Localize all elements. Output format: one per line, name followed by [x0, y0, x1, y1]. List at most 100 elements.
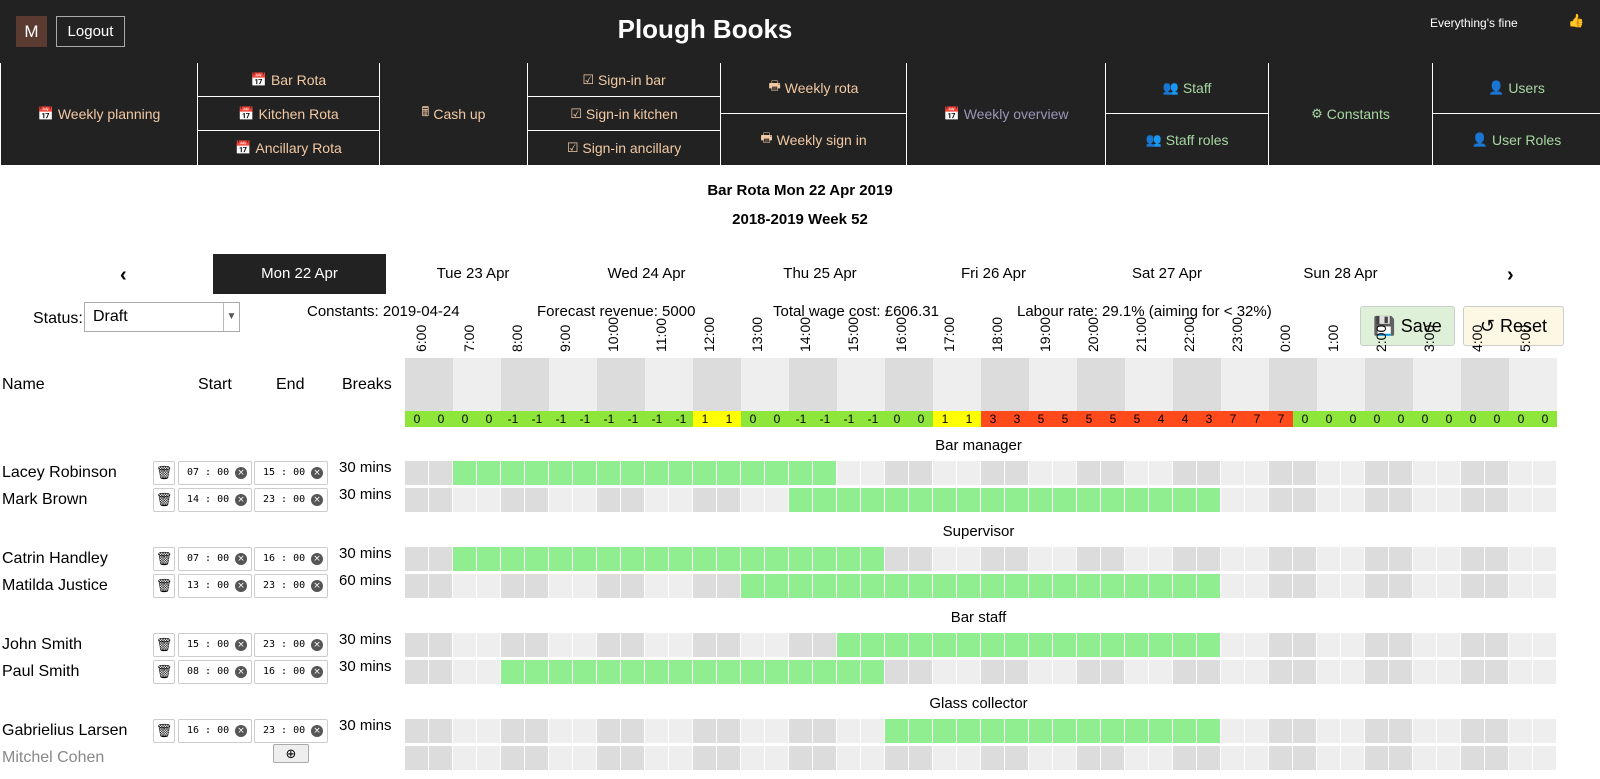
shift-cell[interactable]	[501, 488, 524, 512]
shift-cell[interactable]	[1461, 488, 1484, 512]
shift-cell[interactable]	[1509, 719, 1532, 743]
shift-cell[interactable]	[1341, 461, 1364, 485]
shift-cell[interactable]	[597, 547, 620, 571]
shift-cell[interactable]	[1197, 547, 1220, 571]
shift-cell[interactable]	[405, 633, 428, 657]
logout-button[interactable]: Logout	[56, 16, 125, 47]
shift-cell[interactable]	[909, 461, 932, 485]
shift-cell[interactable]	[525, 719, 548, 743]
shift-cell[interactable]	[885, 660, 908, 684]
shift-cell[interactable]	[717, 488, 740, 512]
delete-shift-button[interactable]: 🗑	[153, 574, 175, 598]
shift-cell[interactable]	[1197, 633, 1220, 657]
shift-cell[interactable]	[453, 660, 476, 684]
shift-cell[interactable]	[597, 660, 620, 684]
shift-cell[interactable]	[957, 633, 980, 657]
start-time-input[interactable]: 07 : 00 ×	[178, 547, 252, 571]
shift-cell[interactable]	[1029, 746, 1052, 770]
shift-cell[interactable]	[1101, 461, 1124, 485]
shift-cell[interactable]	[861, 746, 884, 770]
shift-cell[interactable]	[1269, 488, 1292, 512]
shift-cell[interactable]	[1293, 574, 1316, 598]
shift-cell[interactable]	[1173, 719, 1196, 743]
shift-cell[interactable]	[885, 461, 908, 485]
shift-cell[interactable]	[765, 660, 788, 684]
shift-cell[interactable]	[621, 574, 644, 598]
shift-cell[interactable]	[597, 746, 620, 770]
shift-cell[interactable]	[1341, 660, 1364, 684]
shift-cell[interactable]	[1485, 574, 1508, 598]
shift-cell[interactable]	[1125, 633, 1148, 657]
shift-cell[interactable]	[741, 488, 764, 512]
shift-cell[interactable]	[981, 746, 1004, 770]
shift-cell[interactable]	[861, 574, 884, 598]
delete-shift-button[interactable]: 🗑	[153, 633, 175, 657]
tab-day[interactable]: Tue 23 Apr	[387, 254, 560, 294]
shift-cell[interactable]	[885, 746, 908, 770]
shift-cell[interactable]	[453, 746, 476, 770]
shift-cell[interactable]	[861, 547, 884, 571]
shift-cell[interactable]	[693, 660, 716, 684]
shift-cell[interactable]	[429, 488, 452, 512]
shift-cell[interactable]	[429, 746, 452, 770]
clear-icon[interactable]: ×	[311, 494, 323, 506]
nav-item-sign-in-ancillary[interactable]: ☑ Sign-in ancillary	[527, 131, 720, 166]
shift-cell[interactable]	[741, 633, 764, 657]
shift-cell[interactable]	[1245, 574, 1268, 598]
shift-cell[interactable]	[525, 746, 548, 770]
shift-cell[interactable]	[1125, 746, 1148, 770]
shift-cell[interactable]	[597, 461, 620, 485]
shift-cell[interactable]	[1413, 547, 1436, 571]
nav-item-weekly-planning[interactable]: 📅 Weekly planning	[0, 63, 197, 166]
shift-cell[interactable]	[1341, 746, 1364, 770]
shift-cell[interactable]	[1125, 461, 1148, 485]
end-time-input[interactable]: 23 : 00 ×	[254, 633, 328, 657]
shift-cell[interactable]	[1437, 719, 1460, 743]
shift-cell[interactable]	[501, 547, 524, 571]
shift-cell[interactable]	[1221, 719, 1244, 743]
shift-cell[interactable]	[1461, 547, 1484, 571]
shift-cell[interactable]	[1365, 660, 1388, 684]
shift-cell[interactable]	[1221, 633, 1244, 657]
shift-cell[interactable]	[1077, 574, 1100, 598]
start-time-input[interactable]: 08 : 00 ×	[178, 660, 252, 684]
prev-day-arrow[interactable]: ‹	[120, 264, 127, 287]
nav-item-staff-roles[interactable]: 👥 Staff roles	[1105, 114, 1268, 166]
next-day-arrow[interactable]: ›	[1507, 264, 1514, 287]
shift-cell[interactable]	[477, 574, 500, 598]
shift-cell[interactable]	[621, 461, 644, 485]
shift-cell[interactable]	[933, 660, 956, 684]
shift-cell[interactable]	[741, 547, 764, 571]
shift-cell[interactable]	[1173, 547, 1196, 571]
shift-cell[interactable]	[1053, 633, 1076, 657]
shift-cell[interactable]	[1413, 660, 1436, 684]
status-select[interactable]: Draft ▼	[84, 302, 240, 332]
shift-cell[interactable]	[1149, 746, 1172, 770]
nav-item-user-roles[interactable]: 👤 User Roles	[1432, 114, 1600, 166]
shift-cell[interactable]	[1173, 574, 1196, 598]
shift-cell[interactable]	[717, 719, 740, 743]
shift-cell[interactable]	[741, 461, 764, 485]
shift-cell[interactable]	[813, 488, 836, 512]
shift-cell[interactable]	[1029, 547, 1052, 571]
shift-cell[interactable]	[1461, 574, 1484, 598]
shift-cell[interactable]	[501, 746, 524, 770]
shift-cell[interactable]	[453, 547, 476, 571]
shift-cell[interactable]	[837, 660, 860, 684]
shift-cell[interactable]	[933, 547, 956, 571]
clear-icon[interactable]: ×	[311, 580, 323, 592]
shift-cell[interactable]	[501, 660, 524, 684]
shift-cell[interactable]	[573, 719, 596, 743]
shift-cell[interactable]	[453, 488, 476, 512]
clear-icon[interactable]: ×	[235, 580, 247, 592]
shift-cell[interactable]	[1293, 633, 1316, 657]
shift-cell[interactable]	[1485, 461, 1508, 485]
shift-cell[interactable]	[429, 719, 452, 743]
shift-cell[interactable]	[573, 746, 596, 770]
shift-cell[interactable]	[1317, 574, 1340, 598]
shift-cell[interactable]	[1029, 633, 1052, 657]
shift-cell[interactable]	[1269, 719, 1292, 743]
nav-item-cash-up[interactable]: 🖩 Cash up	[379, 63, 527, 166]
shift-cell[interactable]	[1029, 660, 1052, 684]
shift-cell[interactable]	[1389, 746, 1412, 770]
